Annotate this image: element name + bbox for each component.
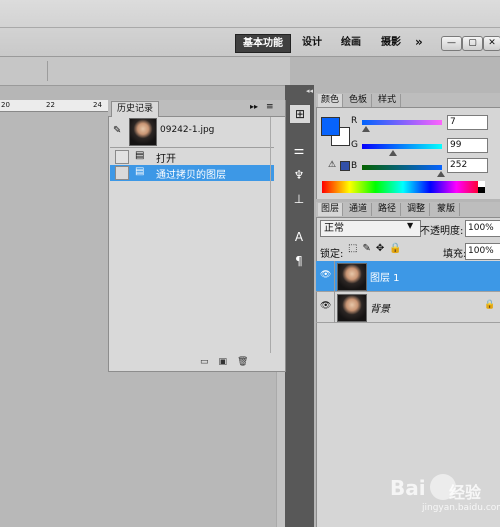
b-slider-thumb[interactable] — [437, 171, 445, 177]
watermark-logo: Bai — [390, 476, 426, 500]
minimize-button[interactable]: — — [441, 36, 462, 51]
lock-options-icons[interactable]: ⬚✎✥🔒 — [348, 243, 407, 254]
history-source-checkbox[interactable] — [115, 166, 129, 180]
history-step[interactable]: ▤ 打开 — [110, 149, 274, 165]
b-channel-label: B — [351, 161, 358, 171]
layer-name: 背景 — [370, 304, 390, 315]
history-source-checkbox[interactable] — [115, 150, 129, 164]
expand-icon[interactable]: ◂◂ — [306, 87, 313, 95]
blend-mode-select[interactable]: 正常 — [320, 220, 421, 237]
watermark-text: 经验 — [449, 483, 482, 502]
tab-styles[interactable]: 样式 — [374, 94, 401, 107]
tab-swatches[interactable]: 色板 — [345, 94, 372, 107]
tab-channels[interactable]: 通道 — [345, 203, 372, 216]
restore-button[interactable]: ▢ — [462, 36, 483, 51]
watermark-url: jingyan.baidu.com — [422, 503, 500, 513]
tab-adjustments[interactable]: 调整 — [403, 203, 430, 216]
ruler-tick: 24 — [93, 101, 102, 109]
r-slider[interactable] — [362, 120, 442, 125]
lock-icon: 🔒 — [484, 300, 496, 310]
document-canvas[interactable] — [0, 112, 108, 527]
tab-paths[interactable]: 路径 — [374, 203, 401, 216]
document-canvas-area[interactable] — [108, 370, 285, 527]
history-step-label: 打开 — [156, 154, 176, 165]
collapse-arrows-icon[interactable]: ▸▸ — [250, 102, 258, 111]
workspace-painting-button[interactable]: 绘画 — [341, 34, 361, 51]
history-step-selected[interactable]: ▤ 通过拷贝的图层 — [110, 165, 274, 181]
panel-menu-icon[interactable]: ≡ — [266, 102, 274, 112]
tab-masks[interactable]: 蒙版 — [433, 203, 460, 216]
b-value-input[interactable]: 252 — [447, 158, 488, 173]
black-white-ramp[interactable] — [478, 181, 485, 193]
r-channel-label: R — [351, 116, 358, 126]
workspace-design-button[interactable]: 设计 — [302, 34, 322, 51]
history-scrollbar[interactable] — [270, 117, 279, 353]
chevron-down-icon[interactable]: ▼ — [407, 221, 413, 230]
history-step-icon: ▤ — [135, 150, 145, 161]
tab-color[interactable]: 颜色 — [318, 94, 343, 107]
options-bar — [0, 57, 290, 86]
snapshot-thumbnail — [129, 118, 157, 146]
opacity-input[interactable]: 100% — [465, 220, 500, 237]
history-step-label: 通过拷贝的图层 — [156, 170, 226, 181]
g-slider[interactable] — [362, 144, 442, 149]
color-tabbar — [316, 93, 500, 108]
ruler-tick: 20 — [1, 101, 10, 109]
snapshot-name: 09242-1.jpg — [160, 125, 215, 135]
lock-label: 锁定: — [320, 249, 344, 260]
tab-history[interactable]: 历史记录 — [111, 101, 159, 117]
opacity-label: 不透明度: — [420, 226, 464, 237]
paragraph-icon[interactable]: ¶ — [289, 252, 309, 270]
options-divider — [47, 61, 48, 81]
ruler-tick: 22 — [46, 101, 55, 109]
visibility-column-divider — [316, 261, 335, 323]
adjustments-icon[interactable]: ⊞ — [289, 104, 311, 124]
tab-layers[interactable]: 图层 — [318, 203, 343, 216]
workspace-photography-button[interactable]: 摄影 — [381, 34, 401, 51]
history-brush-icon[interactable]: ✎ — [113, 125, 121, 136]
layer-thumbnail — [337, 294, 367, 322]
layer-name: 图层 1 — [370, 273, 400, 284]
color-spectrum-bar[interactable] — [322, 181, 484, 193]
r-value-input[interactable]: 7 — [447, 115, 488, 130]
close-button[interactable]: ✕ — [483, 36, 500, 51]
gamut-warning-swatch[interactable] — [340, 161, 350, 171]
r-slider-thumb[interactable] — [362, 126, 370, 132]
fill-label: 填充: — [443, 249, 467, 260]
workspace-more-icon[interactable]: » — [415, 34, 423, 51]
foreground-color-swatch[interactable] — [321, 117, 340, 136]
history-footer-icons[interactable]: ▭▣🗑 — [200, 357, 258, 367]
history-step-icon: ▤ — [135, 166, 145, 177]
stamp-icon[interactable]: ⊥ — [289, 190, 309, 208]
layer-thumbnail — [337, 263, 367, 291]
clone-source-icon[interactable]: ♆ — [289, 166, 309, 184]
g-channel-label: G — [351, 140, 358, 150]
gamut-warning-icon[interactable]: ⚠ — [328, 160, 336, 170]
b-slider[interactable] — [362, 165, 442, 170]
brush-preset-icon[interactable]: ⚌ — [289, 141, 309, 159]
character-icon[interactable]: A — [289, 228, 309, 246]
g-slider-thumb[interactable] — [389, 150, 397, 156]
layer-row-selected[interactable]: 👁 图层 1 — [316, 261, 500, 292]
layer-row[interactable]: 👁 背景 🔒 — [316, 292, 500, 323]
workspace-essentials-button[interactable]: 基本功能 — [235, 34, 291, 53]
bar-divider — [0, 27, 500, 28]
g-value-input[interactable]: 99 — [447, 138, 488, 153]
fill-input[interactable]: 100% — [465, 243, 500, 260]
